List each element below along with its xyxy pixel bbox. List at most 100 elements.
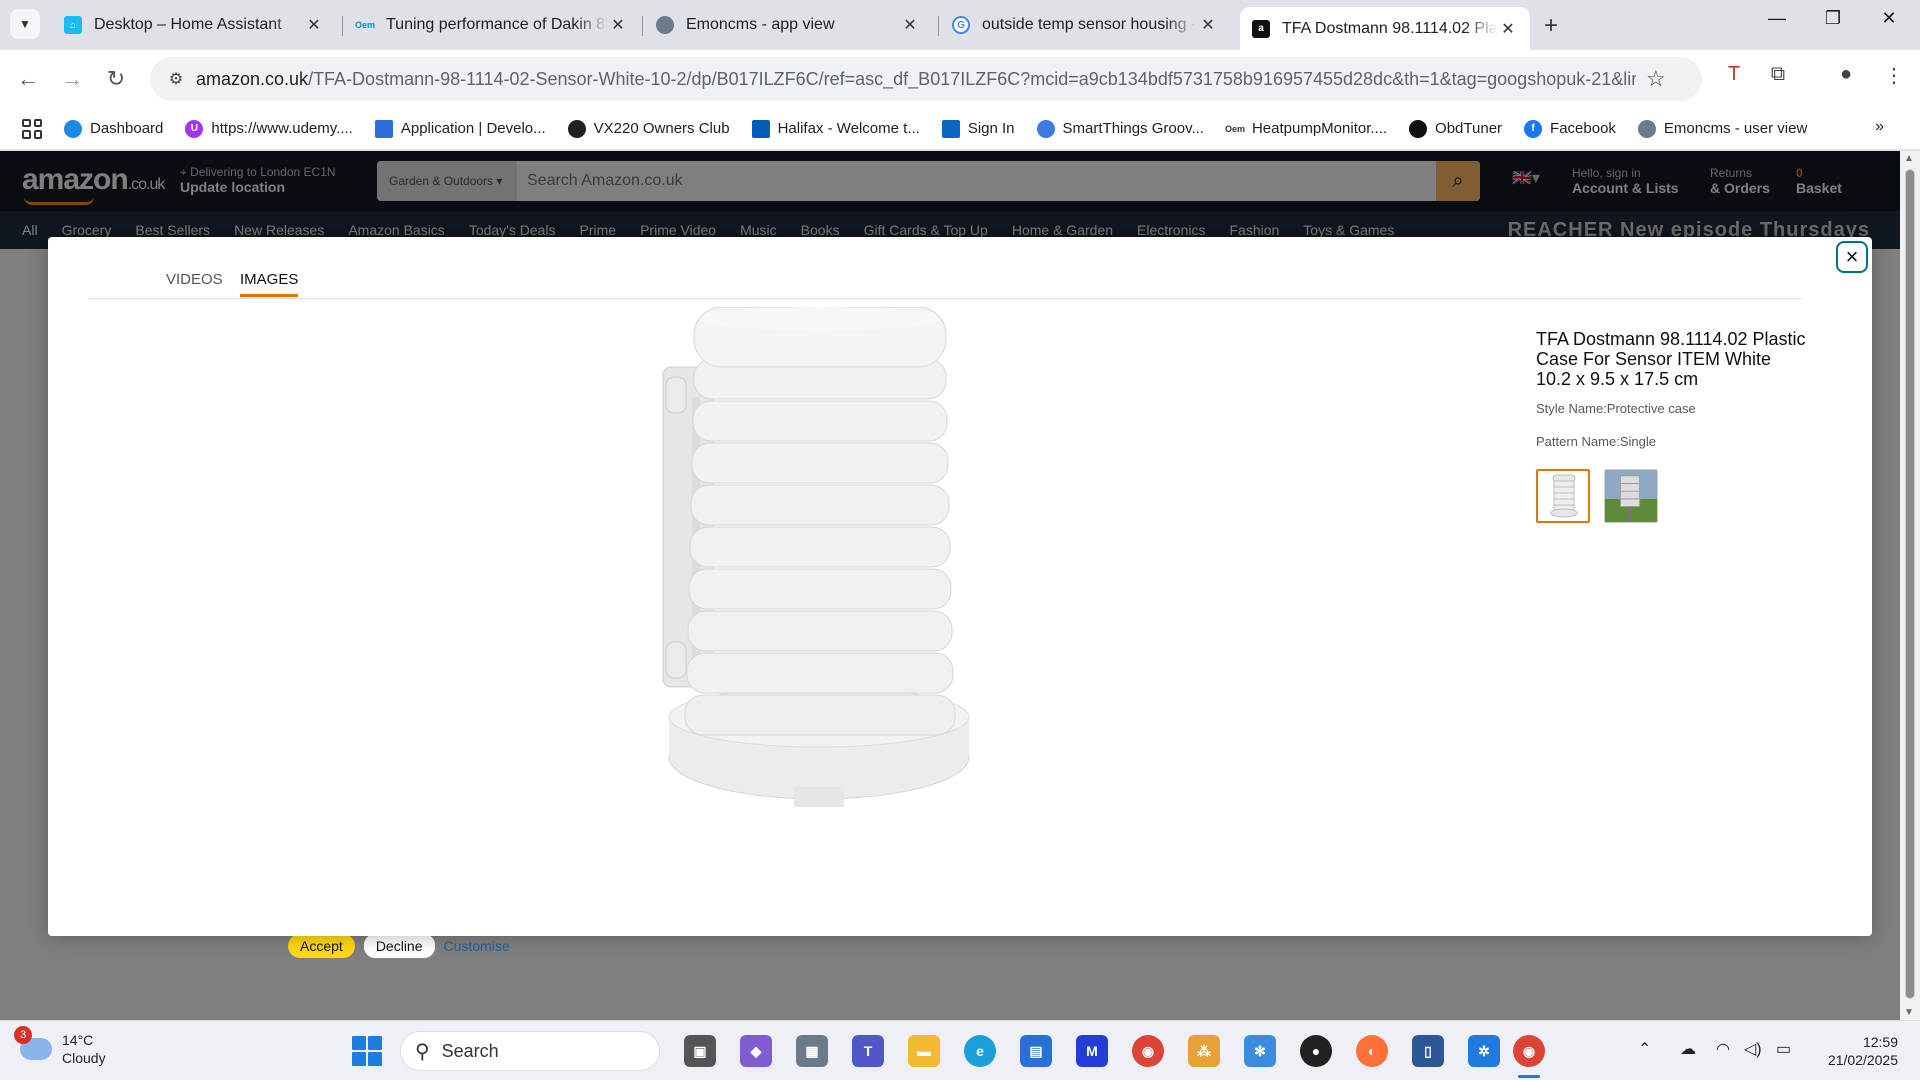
browser-tab-active[interactable]: a TFA Dostmann 98.1114.02 Plastic Case ✕ [1240, 7, 1530, 50]
chevron-down-icon: ▼ [19, 17, 31, 31]
obs-icon[interactable]: ● [1300, 1035, 1332, 1067]
reload-button[interactable]: ↻ [100, 63, 132, 95]
store-icon[interactable]: ▤ [1020, 1035, 1052, 1067]
task-view-icon[interactable]: ▣ [684, 1035, 716, 1067]
close-modal-button[interactable]: × [1836, 241, 1868, 273]
restore-button[interactable]: ❐ [1810, 8, 1856, 29]
tab-strip: ▼ ⌂ Desktop – Home Assistant ✕ Oem Tunin… [0, 0, 1920, 50]
google-icon: G [952, 16, 970, 34]
app-icon[interactable]: ⁂ [1188, 1035, 1220, 1067]
edge-icon[interactable]: e [964, 1035, 996, 1067]
facebook-icon: f [1524, 119, 1543, 138]
apps-grid-icon[interactable] [22, 118, 42, 139]
app-icon[interactable]: ✲ [1468, 1035, 1500, 1067]
copilot-icon[interactable]: ◆ [740, 1035, 772, 1067]
onedrive-icon[interactable]: ☁ [1680, 1039, 1696, 1059]
scroll-down-icon[interactable]: ▼ [1904, 1007, 1914, 1018]
tab-images[interactable]: IMAGES [240, 271, 299, 297]
browser-tab[interactable]: Emoncms - app view ✕ [644, 8, 932, 42]
pattern-name: Pattern Name:Single [1536, 434, 1656, 449]
browser-tab[interactable]: Oem Tuning performance of Dakin 8kW ✕ [344, 8, 640, 42]
vx220-icon [567, 119, 586, 138]
cloud-icon: 3 [14, 1026, 52, 1060]
extensions-puzzle-icon[interactable]: ⧉ [1762, 63, 1794, 86]
calculator-icon[interactable]: ▦ [796, 1035, 828, 1067]
file-explorer-icon[interactable]: ▬ [908, 1035, 940, 1067]
browser-toolbar: ← → ↻ ⚙ amazon.co.uk/TFA-Dostmann-98-111… [0, 50, 1920, 108]
bookmark-smartthings[interactable]: SmartThings Groov... [1036, 119, 1204, 138]
bookmark-emoncms[interactable]: Emoncms - user view [1637, 119, 1807, 138]
signin-icon [941, 119, 960, 138]
product-title: TFA Dostmann 98.1114.02 Plastic Case For… [1536, 329, 1806, 389]
back-button[interactable]: ← [12, 63, 44, 95]
scroll-up-icon[interactable]: ▲ [1904, 153, 1914, 164]
bookmark-halifax[interactable]: Halifax - Welcome t... [751, 119, 920, 138]
cookie-customise-link[interactable]: Customise [444, 938, 510, 954]
url-text[interactable]: amazon.co.uk/TFA-Dostmann-98-1114-02-Sen… [196, 69, 1636, 90]
active-app-indicator [1518, 1075, 1540, 1078]
close-tab-icon[interactable]: ✕ [1498, 19, 1518, 39]
cookie-decline-button[interactable]: Decline [362, 933, 436, 959]
app-icon[interactable]: ✻ [1244, 1035, 1276, 1067]
clock[interactable]: 12:59 21/02/2025 [1828, 1033, 1898, 1069]
tab-separator [938, 16, 939, 36]
bookmark-obdtuner[interactable]: ObdTuner [1409, 119, 1502, 138]
style-name: Style Name:Protective case [1536, 401, 1696, 416]
tab-separator [342, 16, 343, 36]
minimize-button[interactable]: — [1754, 8, 1800, 29]
weather-widget[interactable]: 3 14°C Cloudy [14, 1026, 106, 1067]
teams-icon[interactable]: T [852, 1035, 884, 1067]
close-tab-icon[interactable]: ✕ [1198, 15, 1218, 35]
cookie-accept-button[interactable]: Accept [288, 934, 355, 958]
product-main-image[interactable] [608, 306, 1028, 807]
bookmark-dashboard[interactable]: Dashboard [64, 119, 163, 138]
wifi-icon[interactable]: ◠ [1716, 1039, 1730, 1059]
profile-avatar-icon[interactable]: ● [1830, 63, 1862, 86]
search-icon: ⚲ [415, 1040, 430, 1063]
bookmark-application[interactable]: Application | Develo... [374, 119, 546, 138]
bookmark-sign-in[interactable]: Sign In [941, 119, 1015, 138]
close-tab-icon[interactable]: ✕ [304, 15, 324, 35]
close-window-button[interactable]: ✕ [1866, 8, 1912, 29]
firefox-icon[interactable]: ◐ [1356, 1035, 1388, 1067]
close-tab-icon[interactable]: ✕ [608, 15, 628, 35]
develop-icon [374, 119, 393, 138]
tesla-extension-icon[interactable]: T [1718, 63, 1750, 86]
arrow-left-icon: ← [17, 66, 39, 91]
product-info: TFA Dostmann 98.1114.02 Plastic Case For… [1536, 329, 1806, 523]
bookmark-facebook[interactable]: f Facebook [1524, 119, 1616, 138]
document-icon[interactable]: ▯ [1412, 1035, 1444, 1067]
show-hidden-icons-chevron-up-icon[interactable]: ⌃ [1638, 1039, 1651, 1059]
thumbnail-product-white[interactable] [1536, 469, 1590, 523]
bookmark-vx220[interactable]: VX220 Owners Club [567, 119, 730, 138]
site-info-icon[interactable]: ⚙ [156, 69, 196, 89]
app-icon[interactable]: M [1076, 1035, 1108, 1067]
notification-badge: 3 [14, 1026, 32, 1044]
thumbnail-product-outdoor[interactable] [1604, 469, 1658, 523]
chrome-icon[interactable]: ◉ [1132, 1035, 1164, 1067]
bookmarks-bar: Dashboard Uhttps://www.udemy.... Applica… [0, 108, 1920, 150]
new-tab-button[interactable]: + [1544, 12, 1558, 40]
browser-tab[interactable]: G outside temp sensor housing - Google S… [940, 8, 1230, 42]
bookmark-heatpumpmonitor[interactable]: Oem HeatpumpMonitor.... [1225, 120, 1387, 138]
start-button[interactable] [352, 1036, 382, 1066]
smartthings-icon [1036, 119, 1055, 138]
battery-icon[interactable]: ▭ [1776, 1039, 1791, 1059]
thumbnail-strip [1536, 469, 1806, 523]
taskbar-search[interactable]: ⚲ Search [400, 1031, 660, 1071]
chrome-icon[interactable]: ◉ [1513, 1035, 1545, 1067]
forward-button[interactable]: → [56, 63, 88, 95]
bookmark-udemy[interactable]: Uhttps://www.udemy.... [185, 119, 353, 138]
page-scrollbar[interactable]: ▲ ▼ [1900, 151, 1920, 1020]
close-tab-icon[interactable]: ✕ [900, 15, 920, 35]
browser-tab[interactable]: ⌂ Desktop – Home Assistant ✕ [52, 8, 336, 42]
bookmark-star-icon[interactable]: ☆ [1646, 66, 1666, 92]
address-bar[interactable]: ⚙ amazon.co.uk/TFA-Dostmann-98-1114-02-S… [150, 57, 1702, 101]
tab-videos[interactable]: VIDEOS [166, 271, 223, 294]
scrollbar-thumb[interactable] [1905, 169, 1915, 999]
more-menu-icon[interactable]: ⋮ [1878, 63, 1910, 88]
volume-icon[interactable]: ◁) [1744, 1039, 1762, 1059]
more-bookmarks-icon[interactable]: » [1875, 118, 1884, 136]
home-assistant-icon: ⌂ [64, 16, 82, 34]
tab-search-button[interactable]: ▼ [10, 9, 40, 39]
